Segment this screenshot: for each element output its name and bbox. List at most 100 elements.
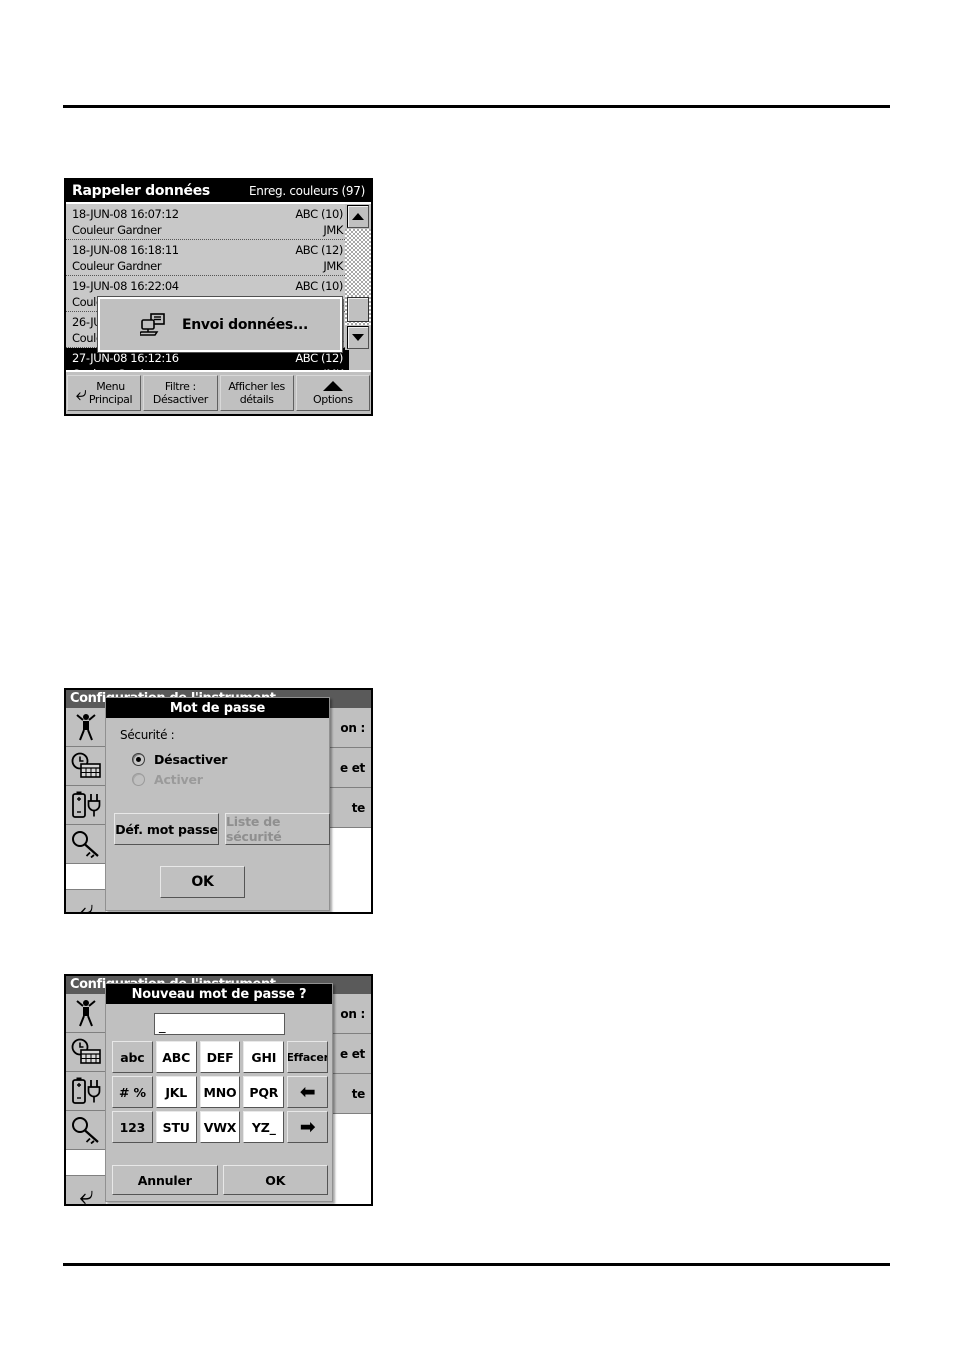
recall-titlebar: Rappeler données Enreg. couleurs (97) — [66, 180, 371, 202]
password-dialog-title: Mot de passe — [106, 698, 329, 718]
power-battery-icon — [70, 790, 102, 820]
softkey-filter-label: Filtre : Désactiver — [152, 380, 208, 406]
password-dialog: Mot de passe Sécurité : Désactiver Activ… — [105, 697, 330, 911]
security-key-icon — [71, 830, 101, 858]
password-button-row: Déf. mot passe Liste de sécurité — [114, 813, 330, 845]
radio-disable-icon[interactable] — [132, 753, 145, 766]
table-row[interactable]: 18-JUN-08 16:07:12 ABC (10) Couleur Gard… — [66, 204, 349, 240]
sidebar-item-security[interactable] — [66, 825, 106, 864]
softkey-filter[interactable]: Filtre : Désactiver — [143, 375, 218, 411]
row-date: 27-JUN-08 16:12:16 — [72, 351, 179, 365]
key-arrow-right[interactable]: ➡ — [287, 1111, 328, 1143]
instrument-setup-screen-new-password: Configuration de l'instrument — [64, 974, 373, 1206]
page-rule-top — [63, 105, 890, 108]
security-legend: Sécurité : — [120, 728, 175, 742]
row-code: ABC (12) — [295, 351, 343, 365]
radio-option-disable[interactable]: Désactiver — [132, 752, 329, 767]
recall-title: Rappeler données — [72, 183, 210, 199]
row-date: 18-JUN-08 16:18:11 — [72, 243, 179, 257]
password-ok-button[interactable]: OK — [160, 866, 245, 898]
recall-softkey-bar: ⤷ Menu Principal Filtre : Désactiver Aff… — [66, 370, 371, 414]
key-numbers[interactable]: 123 — [112, 1111, 153, 1143]
recall-scrollbar[interactable] — [345, 204, 371, 350]
sidebar-item-security[interactable] — [66, 1111, 106, 1150]
power-battery-icon — [70, 1076, 102, 1106]
recall-counter: Enreg. couleurs (97) — [249, 184, 365, 198]
scroll-up-button[interactable] — [347, 205, 369, 228]
page-rule-bottom — [63, 1263, 890, 1266]
sidebar-item-date-time[interactable] — [66, 747, 106, 786]
sidebar-item-power[interactable] — [66, 786, 106, 825]
key-MNO[interactable]: MNO — [199, 1076, 241, 1108]
sidebar-item-date-time[interactable] — [66, 1033, 106, 1072]
new-password-dialog: Nouveau mot de passe ? _ abc ABC DEF GHI… — [105, 983, 333, 1202]
key-DEF[interactable]: DEF — [199, 1041, 241, 1073]
send-data-icon — [140, 312, 166, 337]
scroll-down-button[interactable] — [347, 326, 369, 349]
recall-list-area: 18-JUN-08 16:07:12 ABC (10) Couleur Gard… — [66, 202, 371, 384]
row-date: 19-JUN-08 16:22:04 — [72, 279, 179, 293]
sidebar-item-operator-id[interactable] — [66, 994, 106, 1033]
table-row[interactable]: 18-JUN-08 16:18:11 ABC (12) Couleur Gard… — [66, 240, 349, 276]
date-time-icon — [70, 1038, 102, 1066]
new-password-dialog-title: Nouveau mot de passe ? — [106, 984, 332, 1004]
config-sidebar: ⤷ — [66, 708, 106, 912]
row-date: 18-JUN-08 16:07:12 — [72, 207, 179, 221]
row-unit: JMK — [323, 259, 343, 273]
cancel-button[interactable]: Annuler — [112, 1165, 218, 1195]
keyboard-grid: abc ABC DEF GHI Effacer # % JKL MNO PQR … — [112, 1041, 328, 1143]
row-code: ABC (12) — [295, 243, 343, 257]
sidebar-blank-cell — [66, 864, 106, 890]
sidebar-item-power[interactable] — [66, 1072, 106, 1111]
operator-id-icon — [74, 712, 98, 742]
radio-option-enable[interactable]: Activer — [132, 772, 329, 787]
key-PQR[interactable]: PQR — [243, 1076, 285, 1108]
send-data-label: Envoi données... — [182, 316, 308, 333]
config-sidebar: ⤷ — [66, 994, 106, 1204]
key-symbols[interactable]: # % — [112, 1076, 153, 1108]
key-abc[interactable]: abc — [112, 1041, 153, 1073]
key-YZ[interactable]: YZ_ — [243, 1111, 285, 1143]
operator-id-icon — [74, 998, 98, 1028]
softkey-options-label: Options — [313, 392, 353, 406]
arrow-right-icon: ➡ — [299, 1115, 316, 1138]
ok-button[interactable]: OK — [222, 1165, 328, 1195]
softkey-main-menu-label: Menu Principal — [88, 380, 133, 406]
return-arrow-icon: ⤷ — [78, 1180, 94, 1206]
security-key-icon — [71, 1116, 101, 1144]
key-arrow-left[interactable]: ⬅ — [287, 1076, 328, 1108]
row-method: Couleur Gardner — [72, 223, 162, 237]
key-erase[interactable]: Effacer — [287, 1041, 328, 1073]
key-VWX[interactable]: VWX — [199, 1111, 241, 1143]
row-unit: JMK — [323, 223, 343, 237]
triangle-up-icon — [322, 380, 343, 391]
scrollbar-thumb[interactable] — [347, 297, 369, 322]
key-JKL[interactable]: JKL — [155, 1076, 197, 1108]
sidebar-item-back[interactable]: ⤷ — [66, 890, 106, 914]
key-ABC[interactable]: ABC — [155, 1041, 197, 1073]
softkey-options[interactable]: Options — [295, 375, 370, 411]
row-code: ABC (10) — [295, 207, 343, 221]
softkey-main-menu[interactable]: ⤷ Menu Principal — [67, 375, 142, 411]
row-code: ABC (10) — [295, 279, 343, 293]
set-password-button[interactable]: Déf. mot passe — [114, 813, 219, 845]
key-GHI[interactable]: GHI — [243, 1041, 285, 1073]
send-data-overlay: Envoi données... — [97, 296, 343, 353]
softkey-show-details[interactable]: Afficher les détails — [219, 375, 294, 411]
radio-disable-label: Désactiver — [154, 752, 228, 767]
row-method: Couleur Gardner — [72, 259, 162, 273]
instrument-setup-screen-password: Configuration de l'instrument — [64, 688, 373, 914]
key-STU[interactable]: STU — [155, 1111, 197, 1143]
return-arrow-icon: ⤷ — [78, 894, 94, 914]
triangle-down-icon — [352, 334, 364, 341]
softkey-show-details-label: Afficher les détails — [228, 380, 285, 406]
radio-enable-label: Activer — [154, 772, 203, 787]
security-list-button[interactable]: Liste de sécurité — [225, 813, 330, 845]
password-dialog-body: Sécurité : Désactiver Activer Déf. mot p… — [106, 718, 330, 912]
radio-enable-icon[interactable] — [132, 773, 145, 786]
triangle-up-icon — [352, 213, 364, 220]
password-input[interactable]: _ — [154, 1013, 285, 1035]
date-time-icon — [70, 752, 102, 780]
sidebar-item-back[interactable]: ⤷ — [66, 1176, 106, 1206]
sidebar-item-operator-id[interactable] — [66, 708, 106, 747]
